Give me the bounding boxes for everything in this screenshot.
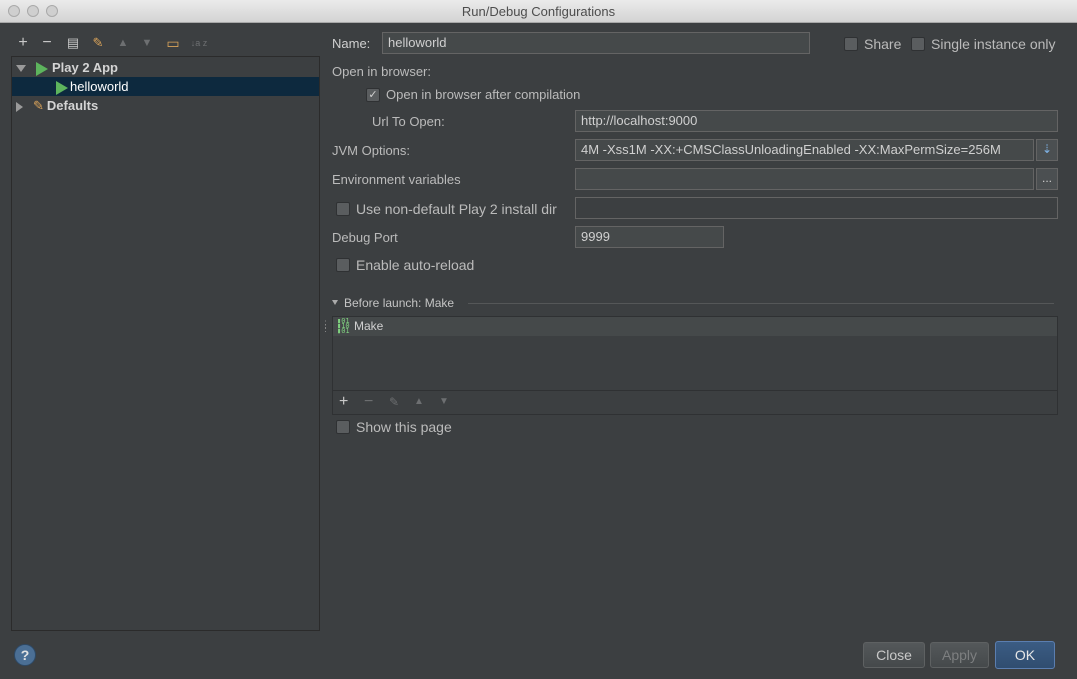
url-label: Url To Open: [372,114,445,129]
copy-configuration-icon[interactable]: ▤ [64,34,82,52]
auto-reload-label: Enable auto-reload [356,257,475,273]
single-instance-checkbox[interactable] [911,37,925,51]
folder-icon[interactable]: ▭ [164,34,182,52]
sort-icon[interactable]: ↓a z [188,34,210,52]
make-icon: ▮01 ▮10 ▮01 [337,317,350,335]
close-button[interactable]: Close [863,642,925,668]
jvm-options-label: JVM Options: [332,143,411,158]
move-down-icon[interactable]: ▼ [138,34,156,52]
help-button[interactable]: ? [14,644,36,666]
debug-port-label: Debug Port [332,230,398,245]
apply-button[interactable]: Apply [930,642,989,668]
env-variables-browse-button[interactable]: ... [1036,168,1058,190]
expand-jvm-options-button[interactable]: ⇣ [1036,139,1058,161]
non-default-install-input[interactable] [575,197,1058,219]
list-item-label: Make [354,319,384,333]
list-toolbar-divider [333,390,1057,391]
before-launch-header: Before launch: Make [344,296,455,310]
tree-item-label: helloworld [70,79,129,94]
move-task-down-icon[interactable]: ▼ [439,396,449,407]
before-launch-list[interactable]: ▮01 ▮10 ▮01 Make + − ✎ ▲ ▼ [332,316,1058,415]
env-variables-input[interactable] [575,168,1034,190]
non-default-install-label: Use non-default Play 2 install dir [356,201,557,217]
tree-item-play2-app[interactable]: Play 2 App [16,58,118,77]
share-label: Share [864,36,902,52]
name-label: Name: [332,36,371,51]
share-checkbox[interactable] [844,37,858,51]
remove-configuration-icon[interactable]: − [38,34,56,52]
move-up-icon[interactable]: ▲ [114,34,132,52]
tree-item-label: Defaults [46,98,99,113]
edit-defaults-icon[interactable]: ✎ [89,34,107,52]
show-this-page-label: Show this page [356,419,452,435]
single-instance-label: Single instance only [931,36,1056,52]
add-configuration-icon[interactable]: + [14,34,32,52]
window-titlebar: Run/Debug Configurations [0,0,1077,23]
tree-item-label: Play 2 App [52,60,118,75]
wrench-icon: ✎ [33,98,44,113]
open-after-compile-label: Open in browser after compilation [386,87,581,102]
tree-item-defaults[interactable]: ✎ Defaults [16,96,98,115]
auto-reload-checkbox[interactable] [336,258,350,272]
move-task-up-icon[interactable]: ▲ [414,396,424,407]
window-title: Run/Debug Configurations [461,4,616,19]
before-launch-divider [468,303,1054,304]
before-launch-collapse-icon[interactable] [332,300,338,305]
edit-task-icon[interactable]: ✎ [389,395,399,409]
play-icon [56,80,68,95]
open-in-browser-label: Open in browser: [332,64,431,79]
jvm-options-input[interactable]: 4M -Xss1M -XX:+CMSClassUnloadingEnabled … [575,139,1034,161]
tree-item-helloworld[interactable]: helloworld [12,77,319,96]
non-default-install-checkbox[interactable] [336,202,350,216]
name-input[interactable]: helloworld [382,32,810,54]
list-item[interactable]: ▮01 ▮10 ▮01 Make [333,317,1057,336]
url-input[interactable]: http://localhost:9000 [575,110,1058,132]
ok-button[interactable]: OK [995,641,1055,669]
debug-port-input[interactable]: 9999 [575,226,724,248]
add-task-icon[interactable]: + [339,393,348,411]
env-variables-label: Environment variables [332,172,461,187]
collapse-arrow-icon[interactable] [16,101,23,112]
drag-handle-icon[interactable]: ⋮ ⋮ [321,320,330,338]
open-after-compile-checkbox[interactable]: ✓ [366,88,380,102]
configuration-tree[interactable]: Play 2 App helloworld ✎ Defaults [11,56,320,631]
remove-task-icon[interactable]: − [364,393,373,411]
show-this-page-checkbox[interactable] [336,420,350,434]
expand-arrow-icon[interactable] [16,65,26,73]
play-icon [36,61,48,76]
